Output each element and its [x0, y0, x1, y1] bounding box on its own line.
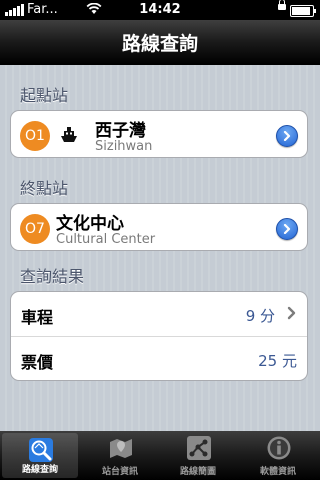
- fare-label: 票價: [21, 353, 54, 372]
- results-table: 車程 9 分 票價 25 元: [10, 291, 308, 381]
- results-section-title: 查詢結果: [20, 267, 85, 286]
- chevron-right-icon: [283, 131, 291, 141]
- travel-time-label: 車程: [21, 308, 54, 327]
- travel-time-row[interactable]: 車程 9 分: [11, 292, 307, 336]
- fare-value: 25 元: [258, 352, 297, 370]
- tab-route-search[interactable]: 路線查詢: [2, 433, 78, 478]
- lock-icon: [278, 0, 286, 10]
- origin-station-name: 西子灣: [95, 121, 146, 141]
- tab-route-diagram[interactable]: 路線簡圖: [160, 431, 236, 480]
- destination-section-title: 終點站: [20, 179, 69, 198]
- status-time: 14:42: [139, 2, 181, 17]
- destination-station-cell[interactable]: O7 文化中心 Cultural Center: [10, 203, 308, 251]
- tab-label: 路線查詢: [21, 465, 58, 475]
- route-diagram-icon: [187, 436, 211, 460]
- tab-station-info[interactable]: 站台資訊: [82, 431, 158, 480]
- ferry-icon: [61, 127, 77, 142]
- origin-detail-button[interactable]: [276, 125, 298, 147]
- station-map-icon: [110, 439, 132, 458]
- battery-icon: [290, 5, 316, 17]
- chevron-right-icon: [287, 306, 296, 320]
- route-search-icon: [29, 438, 53, 462]
- tab-label: 軟體資訊: [259, 467, 296, 477]
- destination-station-name-en: Cultural Center: [56, 232, 156, 247]
- destination-detail-button[interactable]: [276, 218, 298, 240]
- origin-station-name-en: Sizihwan: [95, 139, 153, 154]
- nav-bar: 路線查詢: [0, 20, 320, 65]
- origin-line-badge: O1: [20, 121, 50, 151]
- tab-label: 路線簡圖: [179, 467, 216, 477]
- chevron-right-icon: [283, 224, 291, 234]
- destination-line-badge: O7: [20, 214, 50, 244]
- status-bar: Far... 14:42: [0, 0, 320, 20]
- travel-time-value: 9 分: [245, 307, 275, 325]
- origin-station-cell[interactable]: O1 西子灣 Sizihwan: [10, 110, 308, 158]
- page-title: 路線查詢: [121, 32, 198, 55]
- tab-bar: 路線查詢 站台資訊 路線簡圖 軟體資訊: [0, 431, 320, 480]
- tab-app-info[interactable]: 軟體資訊: [240, 431, 316, 480]
- fare-row: 票價 25 元: [11, 336, 307, 380]
- info-icon: [267, 436, 291, 460]
- content-area: 起點站 O1 西子灣 Sizihwan 終點站 O7 文化中心 Cultural…: [0, 65, 320, 432]
- destination-station-name: 文化中心: [56, 214, 124, 234]
- tab-label: 站台資訊: [101, 467, 138, 477]
- origin-section-title: 起點站: [20, 86, 69, 105]
